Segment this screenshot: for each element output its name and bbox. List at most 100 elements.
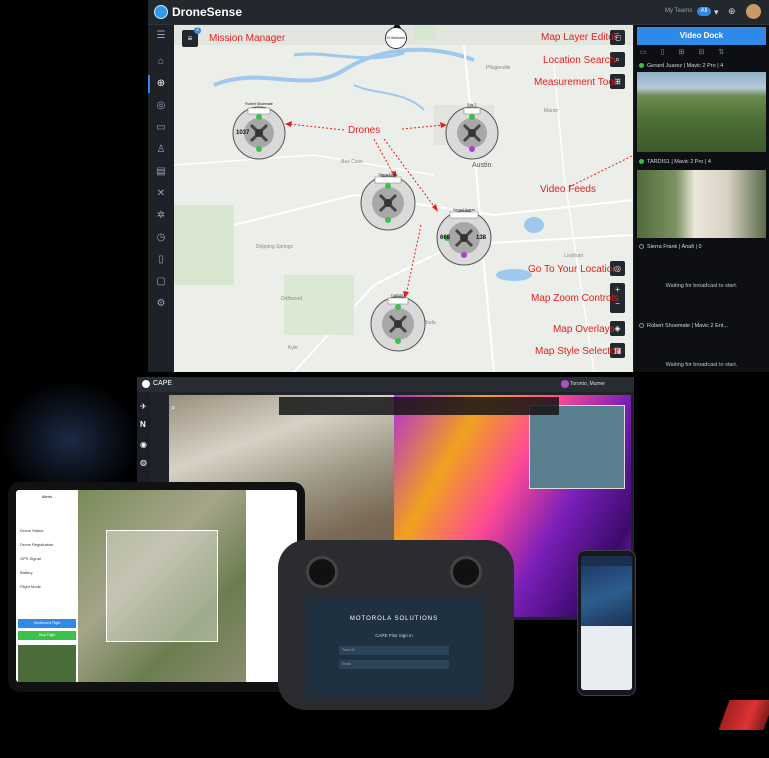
video-feed[interactable] [637, 170, 766, 238]
feed-bar[interactable]: Robert Shoemate | Mavic 2 Ent... [637, 322, 766, 331]
drone-name: TARDIS1 [390, 294, 406, 298]
cape-nav-icon[interactable]: ◍ [140, 458, 147, 467]
feed-status-icon [639, 323, 644, 329]
drone-icon[interactable]: ✕ [155, 188, 167, 200]
drone-marker [370, 296, 426, 352]
settings-people-icon[interactable]: ⚙ [155, 298, 167, 310]
document-icon[interactable]: ▯ [155, 254, 167, 266]
zoom-icon[interactable]: ⌕ [171, 403, 181, 413]
incident-icon[interactable]: ◎ [155, 100, 167, 112]
feed-label: Gerard Juarez | Mavic 2 Pro | 4 [647, 63, 724, 69]
cape-nav-icon[interactable]: ◉ [140, 440, 147, 449]
annotation-map-overlays: Map Overlays [553, 324, 615, 335]
tablet-thumbnail [18, 645, 76, 682]
phone-screen [581, 556, 632, 690]
cape-title: CAPE [153, 380, 173, 387]
brand-label: MOTOROLA SOLUTIONS [349, 616, 439, 622]
left-joystick-icon [306, 556, 338, 588]
home-icon[interactable]: ⌂ [155, 56, 167, 68]
drone-altitude: 668 [440, 235, 451, 241]
drone-name: Robert Shoemate [245, 102, 273, 106]
map-icon[interactable]: ⊕ [155, 78, 167, 90]
app-title: DroneSense [172, 5, 243, 19]
feed-status-icon [639, 63, 644, 69]
annotation-go-to-location: Go To Your Location [528, 264, 618, 275]
people-icon[interactable]: ♙ [155, 144, 167, 156]
top-bar: DroneSense My Teams All ▾ ⊕ [148, 0, 769, 25]
brand-logo-icon [718, 700, 769, 730]
phone-device [577, 550, 636, 696]
dronesense-logo-icon [154, 5, 168, 19]
signin-title: CAPE Pilot Sign In [375, 633, 413, 638]
tablet-panel: Alerts Drone Status Drone Registration G… [16, 490, 78, 682]
tablet-list-item[interactable]: Drone Status [20, 528, 43, 533]
feed-bar[interactable]: Gerard Juarez | Mavic 2 Pro | 4 [637, 62, 766, 71]
team-id-field[interactable]: Team ID [339, 646, 449, 655]
drone-speed: 138 [476, 235, 487, 241]
drone-name: Sierra Frank [378, 173, 398, 177]
tablet-device: Alerts Drone Status Drone Registration G… [8, 482, 305, 692]
tablet-list-item[interactable]: GPS Signal [20, 556, 41, 561]
geofenced-flight-button[interactable]: Geofenced Flight [18, 619, 76, 628]
add-icon[interactable]: ⊕ [728, 6, 736, 17]
team-selector[interactable]: All [697, 7, 711, 16]
cape-logo-icon [142, 380, 150, 388]
phone-map[interactable] [581, 566, 632, 626]
dronesense-window: DroneSense My Teams All ▾ ⊕ ☰ ⌂ ⊕ ◎ ▭ ♙ … [148, 0, 769, 372]
logs-icon[interactable]: ▤ [155, 166, 167, 178]
telemetry-bar [279, 397, 559, 415]
stop-flight-button[interactable]: Stop Flight [18, 631, 76, 640]
drone-marker [360, 175, 416, 231]
sidebar: ☰ ⌂ ⊕ ◎ ▭ ♙ ▤ ✕ ✲ ◷ ▯ ▢ ⚙ [148, 25, 174, 372]
map-view[interactable]: Austin Bee Cave Dripping Springs Driftwo… [174, 25, 633, 372]
annotation-location-search: Location Search [543, 55, 616, 66]
feed-status-icon [639, 159, 644, 165]
tablet-panel-title: Alerts [41, 494, 53, 499]
email-field[interactable]: Email [339, 660, 449, 669]
annotation-measurement-tool: Measurement Tool [534, 77, 617, 88]
briefcase-icon[interactable]: ▢ [155, 276, 167, 288]
feed-label: TARDIS1 | Mavic 2 Pro | 4 [647, 159, 711, 165]
team-label: My Teams [665, 8, 693, 14]
drone-name: Gerard Juarez [452, 208, 476, 212]
remote-controller: MOTOROLA SOLUTIONS CAPE Pilot Sign In Te… [278, 540, 514, 710]
tablet-list-item[interactable]: Battery [20, 570, 33, 575]
drone-marker [445, 106, 499, 160]
annotation-drones: Drones [348, 125, 381, 136]
feed-bar[interactable]: TARDIS1 | Mavic 2 Pro | 4 [637, 158, 766, 167]
history-icon[interactable]: ◷ [155, 232, 167, 244]
video-dock: Video Dock ▭▯⊞⊟⇅ Gerard Juarez | Mavic 2… [634, 25, 769, 372]
avatar[interactable] [746, 4, 761, 19]
annotation-mission-manager: Mission Manager [209, 33, 286, 44]
waiting-text: Waiting for broadcast to start. [665, 362, 738, 368]
waiting-text: Waiting for broadcast to start. [665, 283, 738, 289]
cape-minimap[interactable] [529, 405, 625, 489]
menu-icon[interactable]: ☰ [155, 30, 167, 42]
card-icon[interactable]: ▭ [155, 122, 167, 134]
phone-detail-panel [581, 626, 632, 690]
video-dock-title: Video Dock [637, 27, 766, 45]
tablet-list-item[interactable]: Flight Mode [20, 584, 41, 589]
feed-label: Robert Shoemate | Mavic 2 Ent... [647, 323, 728, 329]
feed-status-icon [639, 244, 644, 250]
video-feed[interactable] [637, 72, 766, 152]
fan-icon[interactable]: ✲ [155, 210, 167, 222]
annotation-map-zoom: Map Zoom Controls [531, 293, 619, 304]
tablet-screen: Alerts Drone Status Drone Registration G… [16, 490, 297, 682]
north-icon[interactable]: N [140, 420, 146, 429]
controller-screen: MOTOROLA SOLUTIONS CAPE Pilot Sign In Te… [305, 598, 483, 698]
chevron-down-icon[interactable]: ▾ [714, 7, 719, 18]
annotation-video-feeds: Video Feeds [540, 184, 596, 195]
dock-layout-icons[interactable]: ▭▯⊞⊟⇅ [640, 48, 765, 57]
cape-user[interactable]: Toronto, Mumer [570, 381, 605, 387]
feed-bar[interactable]: Sierra Frank | Anafi | 0 [637, 243, 766, 252]
tablet-list-item[interactable]: Drone Registration [20, 542, 53, 547]
feed-label: Sierra Frank | Anafi | 0 [647, 244, 702, 250]
cape-top-bar: CAPE Toronto, Mumer [137, 377, 634, 392]
avatar[interactable] [561, 380, 569, 388]
annotation-map-style: Map Style Selector [535, 346, 619, 357]
active-indicator [148, 75, 150, 93]
drone-name: Eric T [467, 103, 477, 107]
drone-altitude: 1037 [236, 130, 250, 136]
cape-nav-icon[interactable]: ✈ [140, 402, 147, 411]
